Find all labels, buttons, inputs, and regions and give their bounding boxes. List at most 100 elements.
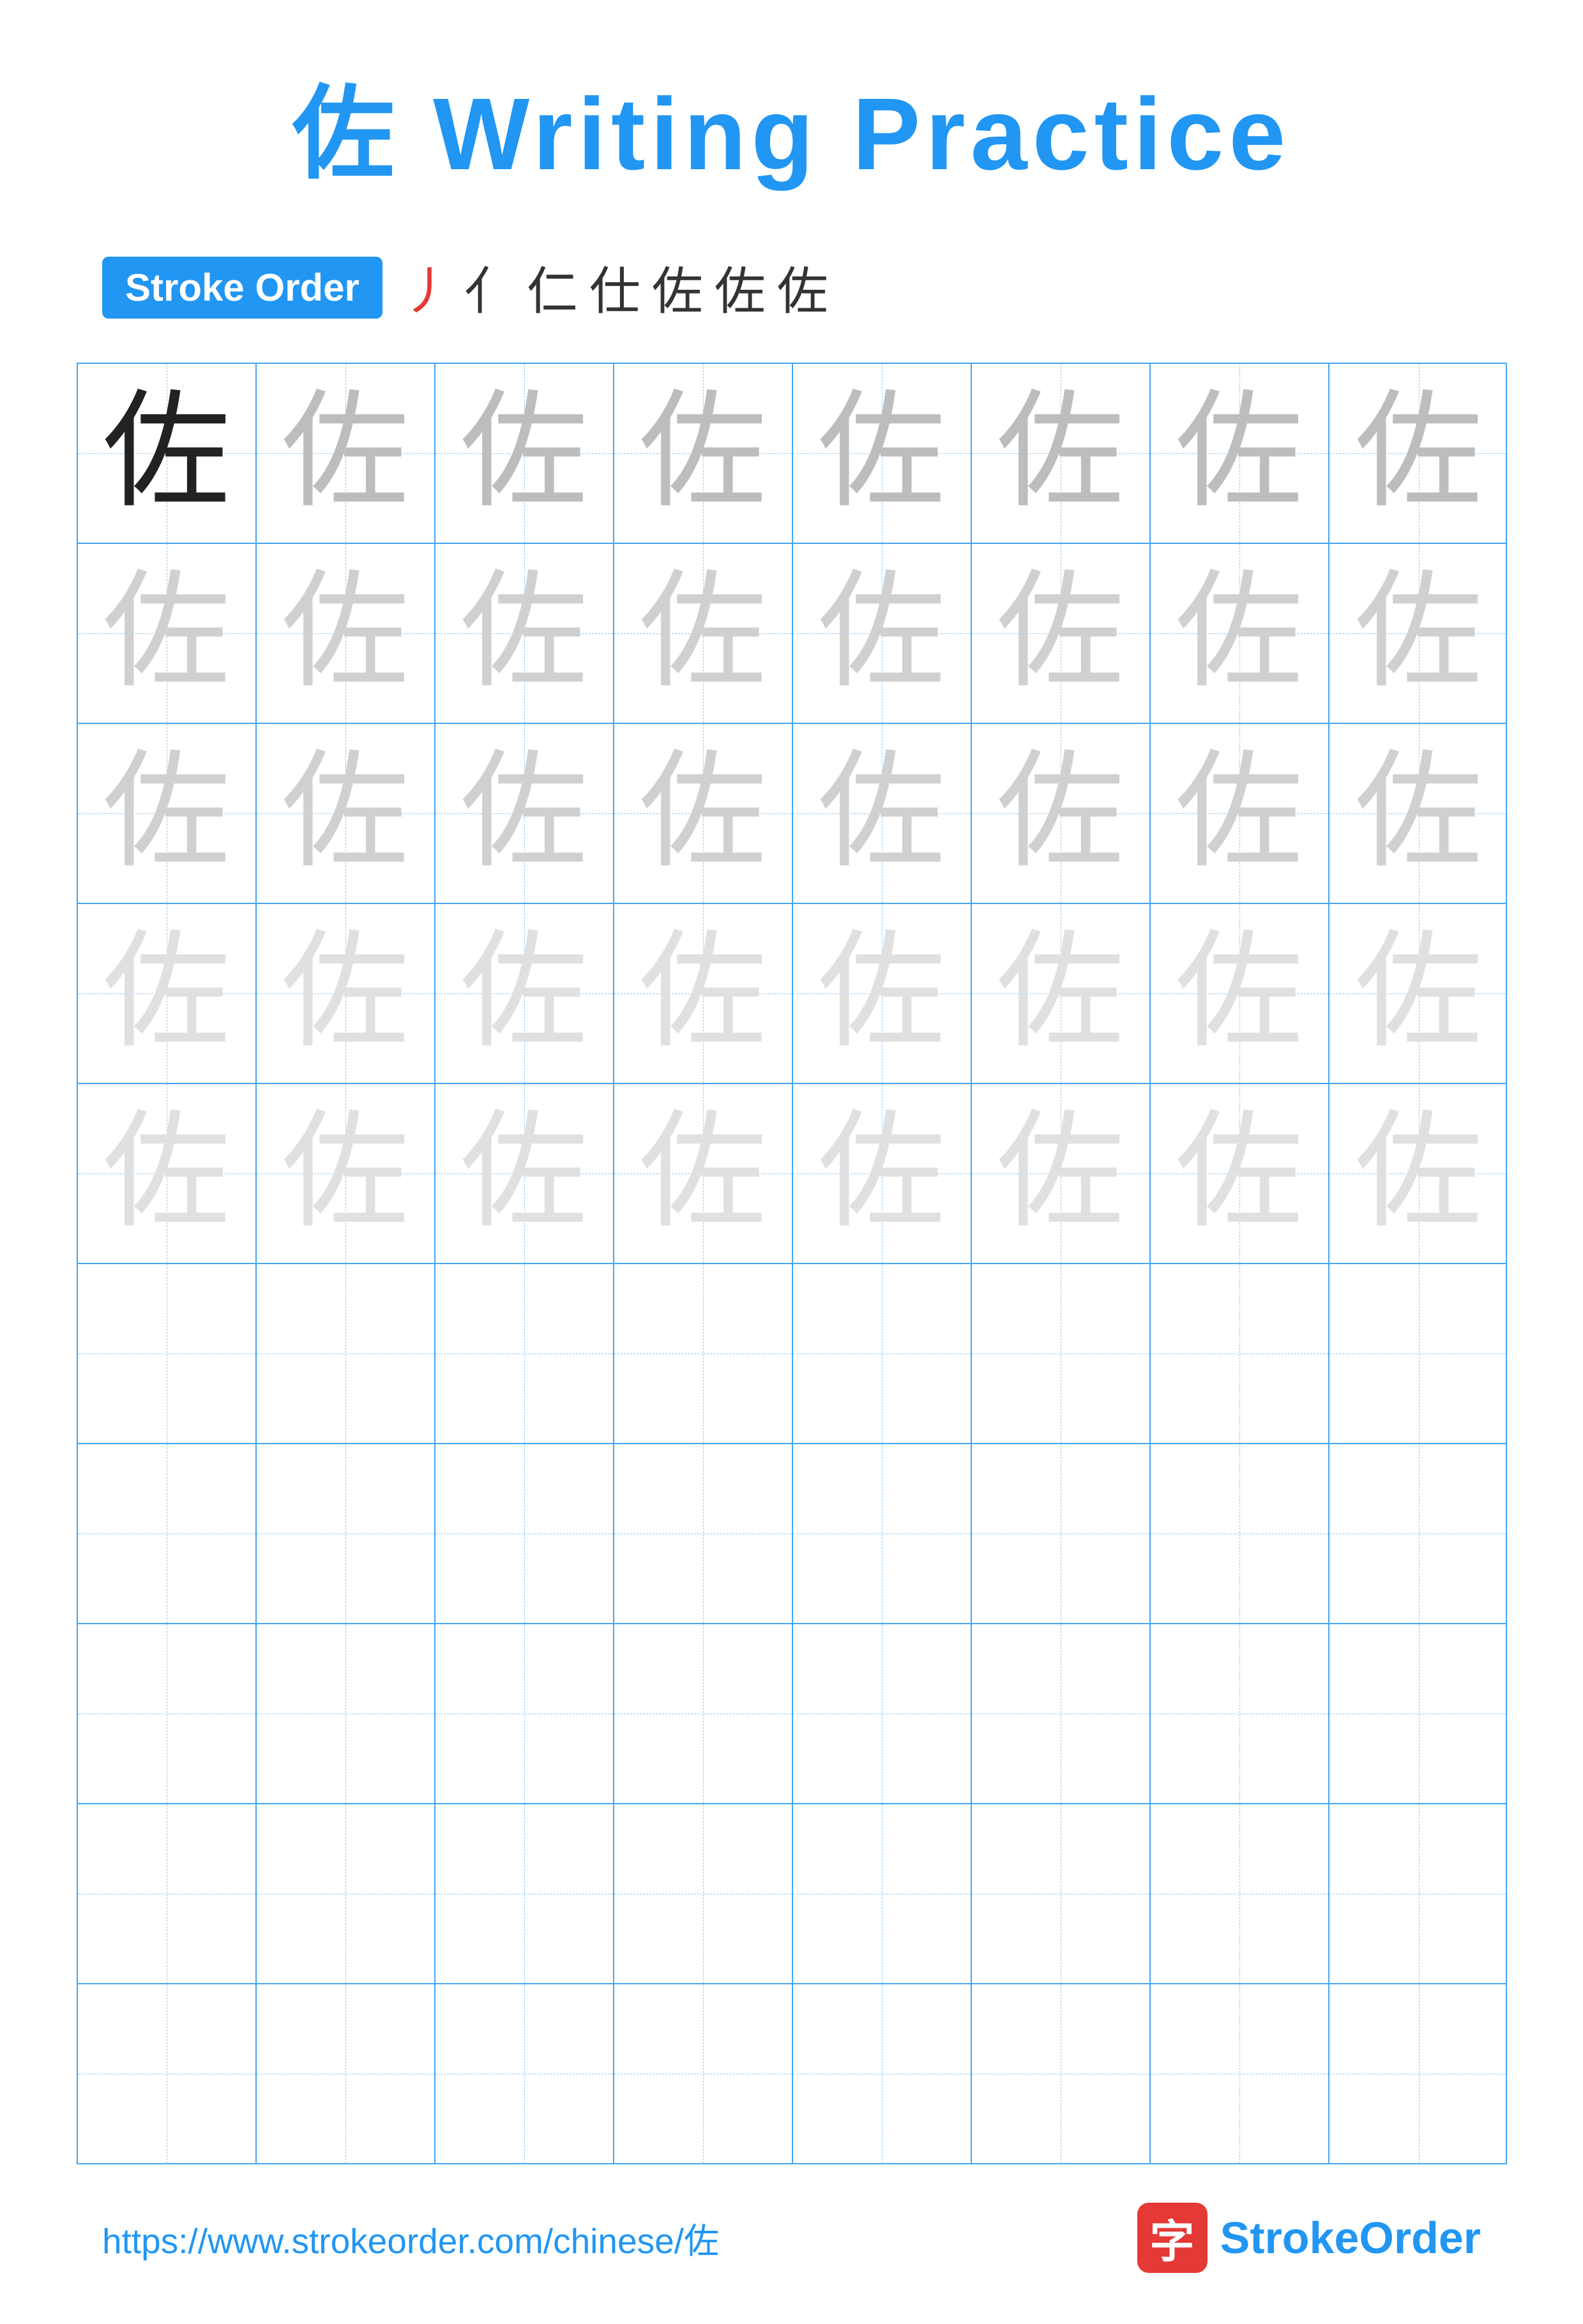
char-display: 佐	[1175, 570, 1303, 697]
grid-cell-6-8[interactable]	[1329, 1264, 1508, 1443]
grid-cell-5-7: 佐	[1151, 1084, 1329, 1263]
grid-cell-1-2: 佐	[257, 364, 436, 543]
grid-cell-8-3[interactable]	[436, 1624, 614, 1803]
grid-cell-7-2[interactable]	[257, 1444, 436, 1623]
char-display: 佐	[281, 930, 409, 1057]
char-display: 佐	[996, 570, 1124, 697]
char-display: 佐	[1175, 389, 1303, 517]
char-display: 佐	[102, 1110, 230, 1237]
grid-row-2: 佐 佐 佐 佐 佐 佐 佐 佐	[78, 544, 1506, 724]
stroke-char-2: 亻	[464, 250, 515, 324]
grid-cell-6-7[interactable]	[1151, 1264, 1329, 1443]
grid-cell-8-5[interactable]	[793, 1624, 972, 1803]
char-display: 佐	[817, 570, 945, 697]
grid-cell-6-1[interactable]	[78, 1264, 257, 1443]
grid-cell-1-8: 佐	[1329, 364, 1508, 543]
grid-cell-2-2: 佐	[257, 544, 436, 723]
grid-cell-9-6[interactable]	[972, 1804, 1151, 1983]
char-display: 佐	[102, 570, 230, 697]
grid-cell-7-4[interactable]	[614, 1444, 793, 1623]
grid-cell-4-3: 佐	[436, 904, 614, 1083]
char-display: 佐	[281, 750, 409, 877]
grid-cell-7-8[interactable]	[1329, 1444, 1508, 1623]
grid-cell-3-1: 佐	[78, 724, 257, 903]
grid-row-8	[78, 1624, 1506, 1804]
grid-cell-10-1[interactable]	[78, 1984, 257, 2163]
grid-cell-7-1[interactable]	[78, 1444, 257, 1623]
stroke-order-row: Stroke Order 丿 亻 仁 仕 佐 佐 佐	[77, 250, 1506, 324]
grid-cell-1-6: 佐	[972, 364, 1151, 543]
grid-cell-6-3[interactable]	[436, 1264, 614, 1443]
grid-cell-8-8[interactable]	[1329, 1624, 1508, 1803]
footer-brand-name: StrokeOrder	[1220, 2212, 1481, 2263]
grid-cell-9-7[interactable]	[1151, 1804, 1329, 1983]
grid-cell-4-8: 佐	[1329, 904, 1508, 1083]
char-display: 佐	[639, 389, 766, 517]
stroke-char-7: 佐	[777, 250, 828, 324]
grid-cell-1-3: 佐	[436, 364, 614, 543]
grid-cell-7-7[interactable]	[1151, 1444, 1329, 1623]
char-display: 佐	[102, 389, 230, 517]
stroke-char-4: 仕	[589, 250, 640, 324]
stroke-order-badge: Stroke Order	[102, 257, 382, 319]
practice-grid: 佐 佐 佐 佐 佐 佐 佐 佐 佐 佐 佐 佐 佐 佐 佐 佐 佐 佐 佐 佐 …	[77, 363, 1507, 2164]
grid-cell-9-3[interactable]	[436, 1804, 614, 1983]
grid-cell-4-6: 佐	[972, 904, 1151, 1083]
char-display: 佐	[460, 750, 587, 877]
char-display: 佐	[817, 930, 945, 1057]
grid-row-7	[78, 1444, 1506, 1624]
grid-cell-3-4: 佐	[614, 724, 793, 903]
grid-cell-10-5[interactable]	[793, 1984, 972, 2163]
grid-cell-5-8: 佐	[1329, 1084, 1508, 1263]
grid-cell-6-6[interactable]	[972, 1264, 1151, 1443]
grid-cell-3-2: 佐	[257, 724, 436, 903]
grid-cell-10-7[interactable]	[1151, 1984, 1329, 2163]
grid-cell-5-4: 佐	[614, 1084, 793, 1263]
grid-cell-8-2[interactable]	[257, 1624, 436, 1803]
grid-cell-7-5[interactable]	[793, 1444, 972, 1623]
grid-cell-9-1[interactable]	[78, 1804, 257, 1983]
char-display: 佐	[1175, 750, 1303, 877]
grid-cell-4-2: 佐	[257, 904, 436, 1083]
char-display: 佐	[639, 930, 766, 1057]
page-title: 佐 Writing Practice	[292, 51, 1291, 199]
grid-cell-9-2[interactable]	[257, 1804, 436, 1983]
grid-cell-10-2[interactable]	[257, 1984, 436, 2163]
grid-row-9	[78, 1804, 1506, 1984]
grid-cell-4-4: 佐	[614, 904, 793, 1083]
grid-cell-2-8: 佐	[1329, 544, 1508, 723]
grid-cell-5-2: 佐	[257, 1084, 436, 1263]
grid-cell-7-3[interactable]	[436, 1444, 614, 1623]
footer-url[interactable]: https://www.strokeorder.com/chinese/佐	[102, 2212, 719, 2263]
grid-cell-8-6[interactable]	[972, 1624, 1151, 1803]
grid-cell-6-2[interactable]	[257, 1264, 436, 1443]
grid-cell-10-3[interactable]	[436, 1984, 614, 2163]
grid-cell-10-4[interactable]	[614, 1984, 793, 2163]
grid-cell-8-1[interactable]	[78, 1624, 257, 1803]
grid-cell-10-6[interactable]	[972, 1984, 1151, 2163]
grid-row-6	[78, 1264, 1506, 1444]
grid-cell-2-7: 佐	[1151, 544, 1329, 723]
grid-cell-6-4[interactable]	[614, 1264, 793, 1443]
char-display: 佐	[817, 750, 945, 877]
page: 佐 Writing Practice Stroke Order 丿 亻 仁 仕 …	[0, 0, 1583, 2324]
grid-cell-10-8[interactable]	[1329, 1984, 1508, 2163]
grid-cell-4-5: 佐	[793, 904, 972, 1083]
grid-cell-7-6[interactable]	[972, 1444, 1151, 1623]
stroke-char-6: 佐	[715, 250, 766, 324]
grid-cell-2-4: 佐	[614, 544, 793, 723]
grid-cell-3-6: 佐	[972, 724, 1151, 903]
stroke-char-1: 丿	[402, 250, 453, 324]
char-display: 佐	[639, 570, 766, 697]
char-display: 佐	[639, 750, 766, 877]
grid-cell-6-5[interactable]	[793, 1264, 972, 1443]
grid-cell-9-5[interactable]	[793, 1804, 972, 1983]
stroke-order-chars: 丿 亻 仁 仕 佐 佐 佐	[402, 250, 828, 324]
grid-cell-9-4[interactable]	[614, 1804, 793, 1983]
char-display: 佐	[1354, 1110, 1482, 1237]
grid-cell-8-7[interactable]	[1151, 1624, 1329, 1803]
grid-cell-9-8[interactable]	[1329, 1804, 1508, 1983]
grid-cell-8-4[interactable]	[614, 1624, 793, 1803]
char-display: 佐	[817, 389, 945, 517]
footer: https://www.strokeorder.com/chinese/佐 字 …	[77, 2203, 1506, 2273]
